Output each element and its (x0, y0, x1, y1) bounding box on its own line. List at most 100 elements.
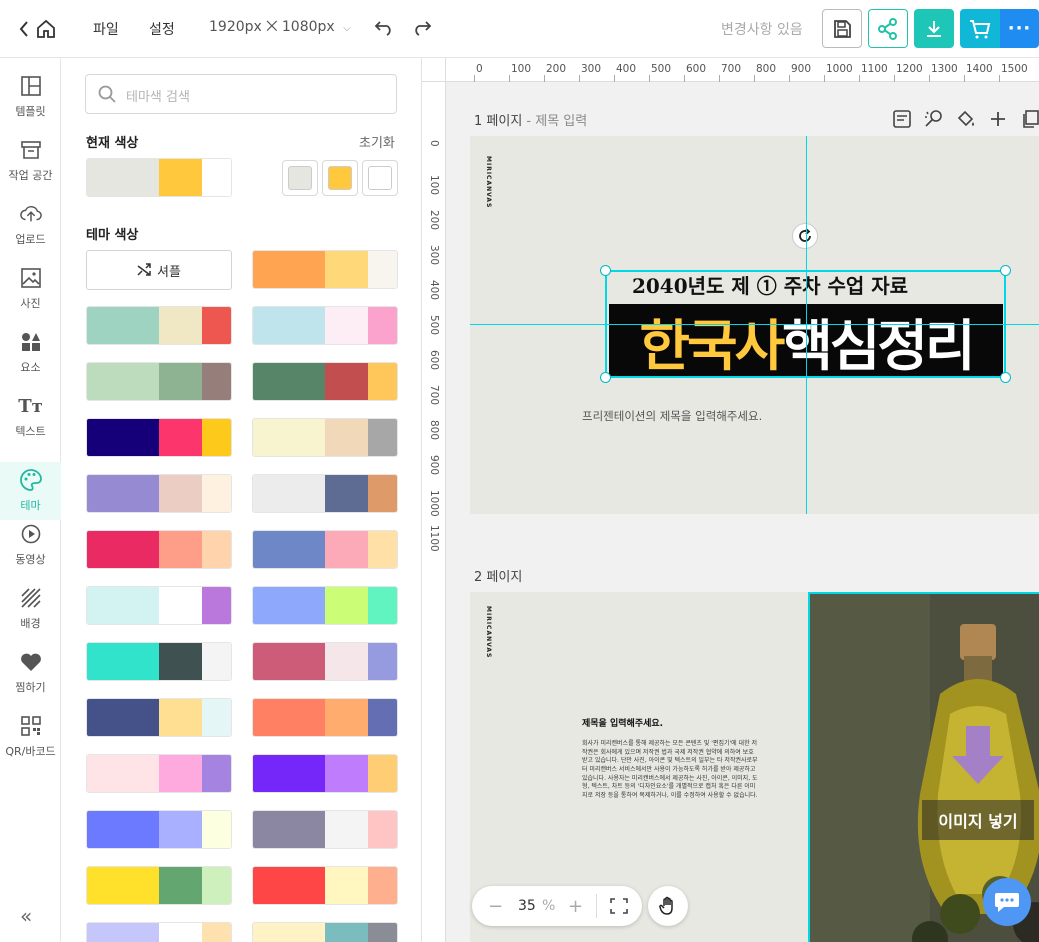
current-color-chip-2[interactable] (322, 160, 358, 196)
current-color-chip-3[interactable] (362, 160, 398, 196)
theme-swatch[interactable] (252, 586, 398, 625)
ruler-h-tick: 800 (756, 63, 777, 75)
nav-qr[interactable]: QR/바코드 (0, 708, 61, 766)
theme-swatch[interactable] (252, 866, 398, 905)
nav-photo[interactable]: 사진 (0, 260, 61, 318)
copy-page-icon[interactable] (1019, 108, 1039, 130)
zoom-in-button[interactable]: + (568, 896, 583, 917)
reset-button[interactable]: 초기화 (359, 132, 395, 151)
ruler-h-mark (894, 75, 895, 82)
cart-icon (970, 19, 991, 38)
nav-theme[interactable]: 테마 (0, 462, 61, 520)
theme-swatch[interactable] (86, 362, 232, 401)
theme-swatch[interactable] (252, 754, 398, 793)
current-color-2[interactable] (159, 159, 202, 196)
theme-swatch[interactable] (86, 698, 232, 737)
ruler-v-tick: 300 (428, 245, 440, 266)
redo-icon[interactable] (412, 18, 432, 40)
zoom-out-button[interactable]: − (488, 896, 503, 917)
theme-swatch[interactable] (86, 810, 232, 849)
theme-color (253, 699, 325, 736)
theme-swatch[interactable] (252, 698, 398, 737)
theme-color (325, 867, 368, 904)
theme-swatch[interactable] (252, 306, 398, 345)
nav-favorites[interactable]: 찜하기 (0, 644, 61, 702)
theme-swatch[interactable] (86, 642, 232, 681)
theme-swatch[interactable] (252, 362, 398, 401)
theme-swatch[interactable] (252, 810, 398, 849)
resize-handle-tr[interactable] (1000, 265, 1011, 276)
theme-swatch[interactable] (86, 866, 232, 905)
nav-elements[interactable]: 요소 (0, 324, 61, 382)
theme-swatch[interactable] (252, 250, 398, 289)
fullscreen-icon[interactable] (610, 898, 628, 918)
nav-workspace[interactable]: 작업 공간 (0, 132, 61, 190)
theme-swatch[interactable] (86, 754, 232, 793)
shuffle-button[interactable]: 셔플 (86, 250, 232, 290)
resize-handle-bl[interactable] (600, 372, 611, 383)
cart-button[interactable] (960, 9, 1000, 48)
page1-canvas[interactable]: MIRICANVAS 2040년도 제 ① 주차 수업 자료 한국사 핵심정리 프… (470, 136, 1039, 514)
theme-swatch[interactable] (252, 474, 398, 513)
nav-template[interactable]: 템플릿 (0, 68, 61, 126)
ai-magic-icon[interactable] (923, 108, 945, 130)
ruler-v-tick: 700 (428, 385, 440, 406)
nav-video[interactable]: 동영상 (0, 516, 61, 574)
theme-search-input[interactable]: 테마색 검색 (85, 74, 397, 114)
theme-swatch[interactable] (86, 418, 232, 457)
share-button[interactable] (868, 9, 908, 48)
canvas-size-dropdown[interactable]: 1920px ⨉ 1080px ⌵ (209, 19, 351, 35)
file-menu[interactable]: 파일 (93, 19, 119, 39)
page2-body[interactable]: 회사가 미리캔버스를 통해 제공하는 모든 콘텐츠 및 '편집기'에 대한 저작… (582, 740, 758, 801)
more-button[interactable]: ··· (1000, 9, 1039, 48)
ruler-h-mark (929, 75, 930, 82)
resize-handle-tl[interactable] (600, 265, 611, 276)
nav-upload[interactable]: 업로드 (0, 196, 61, 254)
page1-subtitle[interactable]: - 제목 입력 (522, 114, 587, 129)
save-button[interactable] (822, 9, 862, 48)
collapse-icon[interactable]: « (20, 904, 32, 928)
memo-icon[interactable] (891, 108, 913, 130)
theme-color (368, 419, 397, 456)
nav-text[interactable]: Tт 텍스트 (0, 388, 61, 446)
current-color-3[interactable] (202, 159, 231, 196)
theme-color (87, 811, 159, 848)
back-icon[interactable] (18, 19, 32, 39)
download-button[interactable] (914, 9, 954, 48)
ruler-h-mark (824, 75, 825, 82)
video-icon (20, 523, 42, 545)
undo-icon[interactable] (374, 18, 394, 40)
paint-bucket-icon[interactable] (955, 108, 977, 130)
chat-button[interactable] (983, 878, 1031, 926)
resize-handle-br[interactable] (1000, 372, 1011, 383)
home-icon[interactable] (36, 19, 56, 43)
add-page-icon[interactable] (987, 108, 1009, 130)
zoom-value[interactable]: 35 (518, 898, 536, 914)
theme-swatch[interactable] (86, 306, 232, 345)
rotate-handle[interactable] (792, 223, 818, 249)
nav-background[interactable]: 배경 (0, 580, 61, 638)
current-color-chip-1[interactable] (282, 160, 318, 196)
theme-color (87, 531, 159, 568)
ruler-h-mark (789, 75, 790, 82)
current-colors-swatch[interactable] (86, 158, 232, 197)
changes-status: 변경사항 있음 (721, 22, 803, 38)
qr-icon (20, 715, 42, 737)
hand-tool-button[interactable] (648, 886, 688, 926)
theme-swatch[interactable] (86, 474, 232, 513)
theme-swatch[interactable] (252, 922, 398, 942)
theme-color (87, 587, 159, 624)
settings-menu[interactable]: 설정 (149, 19, 175, 39)
ruler-v-tick: 1100 (428, 525, 440, 552)
theme-swatch[interactable] (252, 418, 398, 457)
theme-swatch[interactable] (86, 922, 232, 942)
page1-caption[interactable]: 프리젠테이션의 제목을 입력해주세요. (582, 408, 762, 424)
theme-swatch[interactable] (86, 586, 232, 625)
theme-swatch[interactable] (252, 642, 398, 681)
theme-swatch[interactable] (86, 530, 232, 569)
theme-color (253, 419, 325, 456)
theme-swatch[interactable] (252, 530, 398, 569)
nav-favorites-label: 찜하기 (15, 681, 46, 694)
current-color-1[interactable] (87, 159, 159, 196)
page2-title[interactable]: 제목을 입력해주세요. (582, 716, 663, 729)
